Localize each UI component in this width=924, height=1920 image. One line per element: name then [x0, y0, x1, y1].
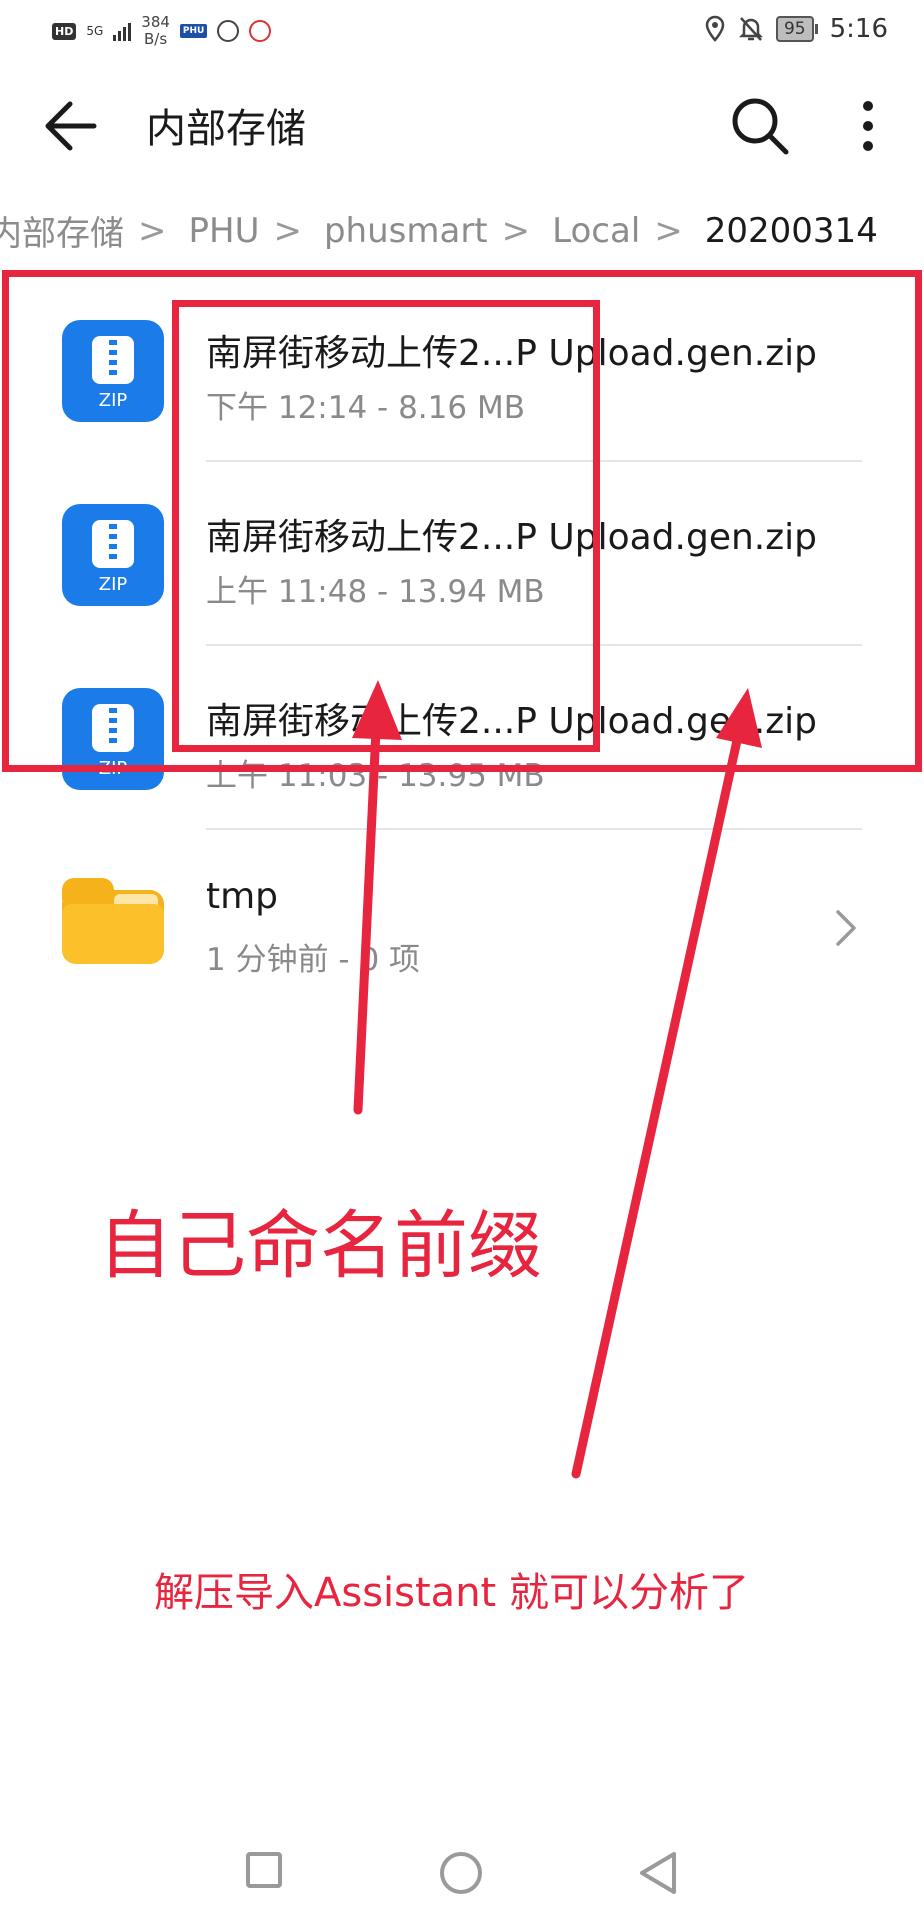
file-row[interactable]: ZIP 南屏街移动上传2...P Upload.gen.zip 上午 11:03… — [0, 646, 924, 830]
bell-muted-icon — [738, 17, 763, 41]
page-title: 内部存储 — [146, 106, 306, 152]
zip-icon-label: ZIP — [98, 574, 128, 595]
speed-value: 384 — [141, 13, 170, 31]
zip-file-icon: ZIP — [62, 504, 164, 606]
status-left: HD 5G 384 B/s PHU — [52, 14, 272, 48]
chevron-right-icon: > — [654, 210, 683, 251]
status-bar: HD 5G 384 B/s PHU 95 5:16 — [0, 0, 924, 64]
zip-file-icon: ZIP — [62, 320, 164, 422]
file-row[interactable]: ZIP 南屏街移动上传2...P Upload.gen.zip 上午 11:48… — [0, 462, 924, 646]
nav-back-button[interactable] — [636, 1850, 680, 1896]
search-icon[interactable] — [728, 94, 792, 158]
folder-row[interactable]: tmp 1 分钟前 - 0 项 — [0, 830, 924, 1014]
breadcrumb-item-local[interactable]: Local — [552, 211, 640, 251]
breadcrumb-item-phusmart[interactable]: phusmart — [324, 211, 488, 251]
file-name: 南屏街移动上传2...P Upload.gen.zip — [206, 333, 817, 374]
location-icon — [705, 15, 725, 42]
file-name: 南屏街移动上传2...P Upload.gen.zip — [206, 701, 817, 742]
zip-file-icon: ZIP — [62, 688, 164, 790]
zip-icon-label: ZIP — [98, 758, 128, 779]
file-meta: 上午 11:03 - 13.95 MB — [206, 758, 545, 794]
signal-icon — [113, 21, 132, 41]
network-speed: 384 B/s — [141, 14, 170, 48]
breadcrumb-item-internal-storage[interactable]: 内部存储 — [0, 206, 124, 255]
chevron-right-icon — [836, 910, 856, 946]
zip-icon-label: ZIP — [98, 390, 128, 411]
chevron-right-icon: > — [501, 210, 531, 251]
map-pin-app-icon — [249, 20, 272, 42]
home-button[interactable] — [440, 1852, 482, 1894]
battery-indicator: 95 — [775, 16, 818, 42]
breadcrumb-item-current[interactable]: 20200314 — [705, 211, 878, 251]
hd-badge: HD — [52, 22, 77, 40]
breadcrumb-item-phu[interactable]: PHU — [189, 211, 260, 251]
file-meta: 下午 12:14 - 8.16 MB — [206, 390, 525, 426]
network-type: 5G — [86, 23, 104, 38]
more-options-icon[interactable] — [848, 94, 888, 158]
hand-icon — [217, 20, 240, 42]
phu-app-icon: PHU — [179, 24, 208, 38]
annotation-prefix-note: 自己命名前缀 — [98, 1203, 542, 1289]
folder-name: tmp — [206, 876, 279, 917]
speed-unit: B/s — [144, 30, 168, 48]
network-label: 5G — [86, 23, 104, 38]
battery-level: 95 — [775, 16, 814, 42]
status-right: 95 5:16 — [704, 14, 888, 44]
annotation-analyze-note: 解压导入Assistant 就可以分析了 — [154, 1570, 749, 1616]
chevron-right-icon: > — [138, 210, 167, 251]
breadcrumb: 内部存储 > PHU > phusmart > Local > 20200314 — [0, 206, 878, 255]
folder-icon — [62, 878, 164, 964]
file-name: 南屏街移动上传2...P Upload.gen.zip — [206, 517, 817, 558]
recent-apps-button[interactable] — [246, 1852, 282, 1888]
folder-meta: 1 分钟前 - 0 项 — [206, 942, 421, 978]
chevron-right-icon: > — [273, 210, 302, 251]
back-arrow-icon[interactable] — [40, 98, 100, 154]
file-row[interactable]: ZIP 南屏街移动上传2...P Upload.gen.zip 下午 12:14… — [0, 278, 924, 462]
file-meta: 上午 11:48 - 13.94 MB — [206, 574, 545, 610]
clock: 5:16 — [829, 14, 888, 44]
